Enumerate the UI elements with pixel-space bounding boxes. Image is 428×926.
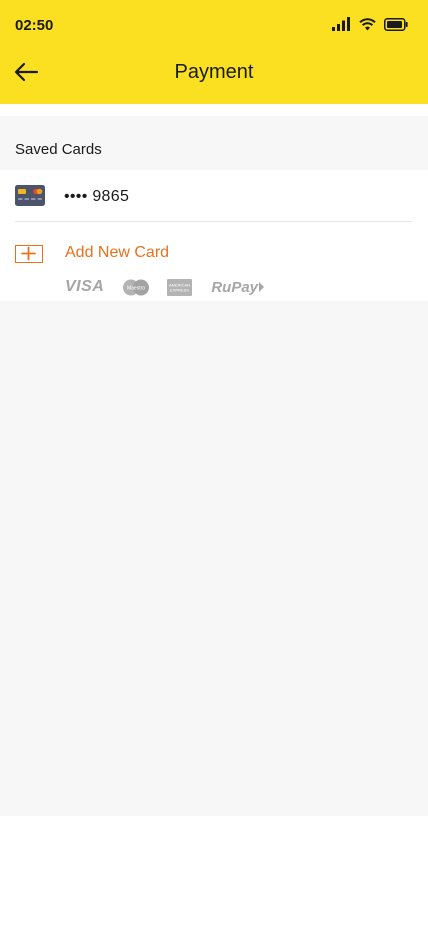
rupay-arrow-icon [259, 282, 265, 292]
rupay-logo: RuPay [211, 278, 259, 296]
status-bar: 02:50 [0, 0, 428, 50]
saved-cards-heading: Saved Cards [15, 141, 102, 158]
svg-text:EXPRESS: EXPRESS [170, 287, 189, 292]
card-masked-number: •••• 9865 [64, 188, 130, 205]
row-divider [15, 221, 412, 222]
add-new-card-label: Add New Card [65, 244, 170, 261]
page-title: Payment [174, 61, 254, 83]
app-header: 02:50 Payment [0, 0, 428, 104]
status-icons [332, 17, 408, 31]
svg-text:Maestro: Maestro [127, 285, 145, 291]
wifi-icon [359, 17, 376, 30]
maestro-logo: Maestro [123, 279, 150, 295]
credit-card-icon [15, 185, 45, 211]
battery-icon [384, 17, 408, 31]
visa-logo: VISA [65, 278, 105, 295]
signal-icon [332, 17, 350, 31]
plus-box-icon [15, 245, 43, 263]
saved-card-row[interactable]: •••• 9865 [0, 170, 428, 222]
cards-panel: •••• 9865 Add New Card VISA Maestro AMER… [0, 170, 428, 301]
accepted-card-brands: VISA Maestro AMERICAN EXPRESS RuPay [65, 278, 265, 296]
add-new-card-button[interactable]: Add New Card [0, 236, 428, 270]
status-time: 02:50 [15, 17, 54, 34]
amex-logo: AMERICAN EXPRESS [167, 278, 193, 296]
